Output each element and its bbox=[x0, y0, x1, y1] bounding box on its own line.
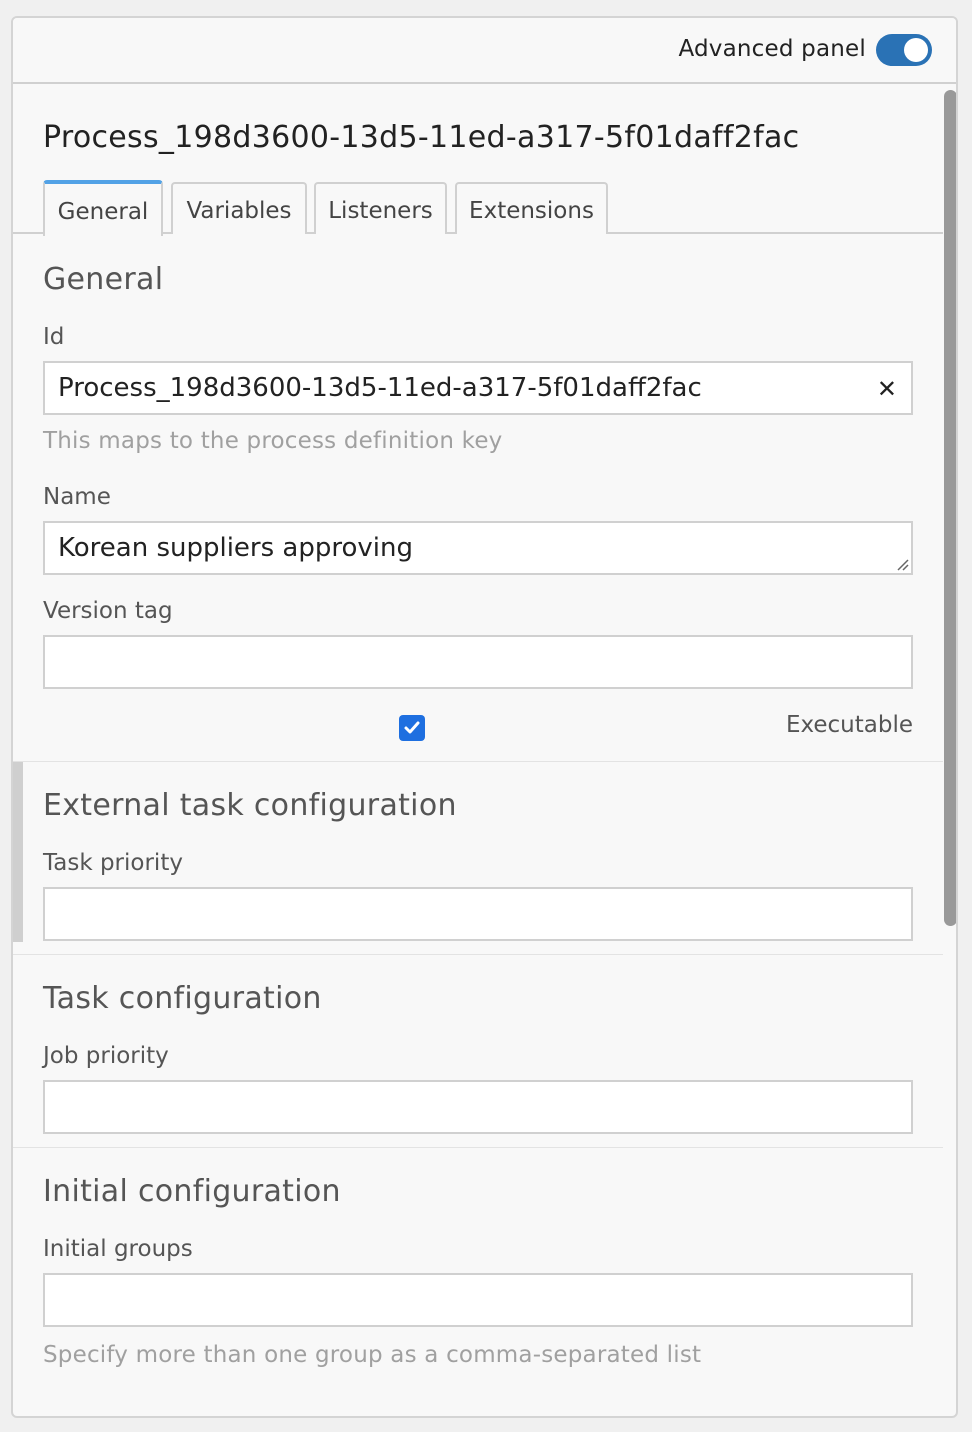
name-field-value: Korean suppliers approving bbox=[58, 533, 413, 563]
initial-groups-field[interactable] bbox=[43, 1273, 913, 1327]
tab-bar: General Variables Listeners Extensions bbox=[13, 180, 943, 239]
id-field-value: Process_198d3600-13d5-11ed-a317-5f01daff… bbox=[58, 373, 702, 403]
properties-panel: Advanced panel Process_198d3600-13d5-11e… bbox=[11, 16, 958, 1418]
external-task-title: External task configuration bbox=[43, 788, 457, 823]
name-field[interactable]: Korean suppliers approving bbox=[43, 521, 913, 575]
id-field[interactable]: Process_198d3600-13d5-11ed-a317-5f01daff… bbox=[43, 361, 913, 415]
name-label: Name bbox=[43, 484, 111, 510]
scrollbar[interactable] bbox=[944, 90, 956, 926]
initial-config-section: Initial configuration Initial groups Spe… bbox=[13, 1148, 943, 1384]
task-priority-field[interactable] bbox=[43, 887, 913, 941]
check-icon bbox=[404, 721, 420, 734]
toggle-knob bbox=[904, 38, 928, 62]
job-priority-label: Job priority bbox=[43, 1043, 169, 1069]
panel-content: Process_198d3600-13d5-11ed-a317-5f01daff… bbox=[13, 84, 943, 1384]
executable-checkbox[interactable] bbox=[399, 715, 425, 741]
initial-config-title: Initial configuration bbox=[43, 1174, 341, 1209]
version-tag-field[interactable] bbox=[43, 635, 913, 689]
general-section-title: General bbox=[43, 262, 164, 297]
resize-handle-icon[interactable] bbox=[895, 557, 909, 571]
panel-header: Advanced panel bbox=[13, 18, 956, 84]
initial-groups-label: Initial groups bbox=[43, 1236, 193, 1262]
version-tag-label: Version tag bbox=[43, 598, 173, 624]
advanced-panel-label: Advanced panel bbox=[678, 36, 866, 62]
tab-extensions[interactable]: Extensions bbox=[455, 182, 608, 234]
external-task-section: External task configuration Task priorit… bbox=[13, 762, 943, 955]
clear-icon[interactable]: ✕ bbox=[877, 375, 897, 403]
id-label: Id bbox=[43, 324, 65, 350]
tab-listeners[interactable]: Listeners bbox=[314, 182, 447, 234]
task-config-section: Task configuration Job priority bbox=[13, 955, 943, 1148]
tab-variables[interactable]: Variables bbox=[171, 182, 307, 234]
process-title: Process_198d3600-13d5-11ed-a317-5f01daff… bbox=[43, 120, 800, 155]
tab-general[interactable]: General bbox=[43, 180, 163, 239]
general-section: General Id Process_198d3600-13d5-11ed-a3… bbox=[13, 236, 943, 762]
initial-groups-description: Specify more than one group as a comma-s… bbox=[43, 1342, 702, 1368]
advanced-panel-toggle[interactable] bbox=[876, 34, 932, 66]
job-priority-field[interactable] bbox=[43, 1080, 913, 1134]
id-description: This maps to the process definition key bbox=[43, 428, 503, 454]
executable-label: Executable bbox=[785, 712, 913, 738]
task-config-title: Task configuration bbox=[43, 981, 322, 1016]
task-priority-label: Task priority bbox=[43, 850, 183, 876]
